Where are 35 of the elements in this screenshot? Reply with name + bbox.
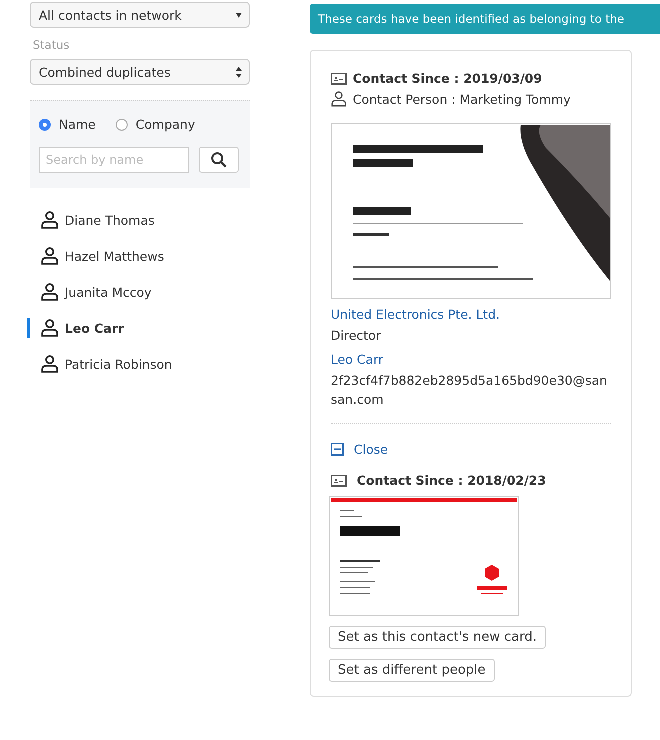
contact-item[interactable]: Hazel Matthews [27, 238, 250, 274]
job-title: Director [331, 328, 382, 344]
radio-option[interactable]: Name [39, 117, 96, 132]
collapse-icon [331, 443, 344, 456]
contact-since-text: Contact Since : 2018/02/23 [357, 473, 546, 488]
updown-arrows-icon [236, 66, 242, 78]
status-select[interactable]: Combined duplicates [30, 59, 250, 85]
action-button[interactable]: Set as this contact's new card. [329, 626, 546, 649]
scope-select[interactable]: All contacts in network [30, 2, 250, 28]
person-icon [41, 283, 59, 301]
search-field[interactable]: Search by name [39, 147, 189, 173]
search-button[interactable] [199, 147, 239, 173]
id-card-icon [331, 72, 347, 84]
person-icon [41, 319, 59, 337]
status-label: Status [33, 38, 71, 52]
email-text: 2f23cf4f7b882eb2895d5a165bd90e30@sansan.com [331, 372, 608, 409]
close-toggle[interactable]: Close [331, 442, 388, 457]
action-button[interactable]: Set as different people [329, 659, 495, 682]
contact-item[interactable]: Patricia Robinson [27, 346, 250, 382]
search-icon [211, 152, 227, 168]
radio-option[interactable]: Company [116, 117, 196, 132]
id-card-icon [331, 474, 347, 486]
caret-icon [236, 12, 242, 18]
contact-item[interactable]: Leo Carr [27, 318, 250, 338]
contact-item[interactable]: Juanita Mccoy [27, 274, 250, 310]
company-link[interactable]: United Electronics Pte. Ltd. [331, 307, 500, 323]
person-icon [41, 211, 59, 229]
contact-since-text: Contact Since : 2019/03/09 [353, 71, 542, 86]
person-icon [41, 355, 59, 373]
person-icon [331, 91, 347, 107]
person-icon [41, 247, 59, 265]
info-banner: These cards have been identified as belonging to the [310, 4, 660, 34]
contact-person-text: Contact Person : Marketing Tommy [353, 92, 571, 106]
contact-item[interactable]: Diane Thomas [27, 202, 250, 238]
name-link[interactable]: Leo Carr [331, 352, 384, 368]
